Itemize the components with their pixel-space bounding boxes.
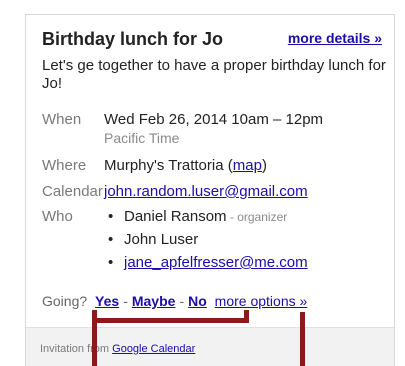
guest-item: • jane_apfelfresser@me.com [104, 254, 308, 272]
bullet: • [108, 231, 114, 248]
event-description: Let's ge together to have a proper birth… [42, 57, 386, 92]
timezone-text: Pacific Time [104, 130, 180, 146]
callout-line-right [300, 312, 305, 366]
calendar-row: Calendar john.random.luser@gmail.com [42, 183, 387, 203]
rsvp-yes-button[interactable]: Yes [95, 293, 119, 309]
who-row: Who • Daniel Ransom - organizer • John L… [42, 208, 387, 288]
title-row: Birthday lunch for Jo more details » [42, 29, 382, 55]
rsvp-separator: - [123, 293, 128, 309]
when-value-group: Wed Feb 26, 2014 10am – 12pm Pacific Tim… [104, 111, 323, 148]
map-close-paren: ) [261, 157, 267, 174]
rsvp-no-button[interactable]: No [188, 293, 207, 309]
where-label: Where [42, 157, 87, 174]
guest-name: Daniel Ransom [124, 208, 227, 225]
guest-list: • Daniel Ransom - organizer • John Luser… [104, 208, 308, 277]
guest-item-organizer: • Daniel Ransom - organizer [104, 208, 308, 226]
google-calendar-link[interactable]: Google Calendar [112, 343, 195, 355]
where-value: Murphy's Trattoria [104, 157, 224, 174]
guest-email-link[interactable]: jane_apfelfresser@me.com [124, 254, 308, 271]
invitation-card: Birthday lunch for Jo more details » Let… [25, 14, 395, 366]
callout-bracket-right [244, 310, 249, 323]
when-value: Wed Feb 26, 2014 10am – 12pm [104, 111, 324, 128]
calendar-label: Calendar [42, 183, 103, 200]
where-value-group: Murphy's Trattoria (map) [104, 157, 267, 175]
bullet: • [108, 254, 114, 271]
footer-prefix: Invitation from [40, 343, 113, 355]
more-details-link[interactable]: more details » [288, 30, 382, 46]
more-options-link[interactable]: more options » [215, 293, 308, 309]
where-row: Where Murphy's Trattoria (map) [42, 157, 387, 177]
when-label: When [42, 111, 82, 128]
bullet: • [108, 208, 114, 225]
event-title: Birthday lunch for Jo [42, 29, 224, 49]
rsvp-separator: - [179, 293, 185, 309]
map-open-paren: ( [223, 157, 233, 174]
map-link[interactable]: map [233, 157, 262, 174]
rsvp-row: Going? Yes - Maybe - No more options » [42, 292, 307, 310]
guest-name: John Luser [124, 231, 199, 248]
invitation-footer: Invitation from Google Calendar [26, 327, 394, 366]
rsvp-maybe-button[interactable]: Maybe [132, 293, 176, 309]
callout-bracket-bottom [92, 318, 249, 323]
who-label: Who [42, 208, 73, 225]
calendar-email-link[interactable]: john.random.luser@gmail.com [104, 183, 308, 201]
email-page: Birthday lunch for Jo more details » Let… [0, 0, 405, 366]
when-row: When Wed Feb 26, 2014 10am – 12pm Pacifi… [42, 111, 387, 151]
organizer-note: - organizer [226, 210, 288, 224]
rsvp-prompt: Going? [42, 293, 88, 309]
guest-item: • John Luser [104, 231, 308, 249]
footer-text: Invitation from Google Calendar [40, 343, 195, 355]
